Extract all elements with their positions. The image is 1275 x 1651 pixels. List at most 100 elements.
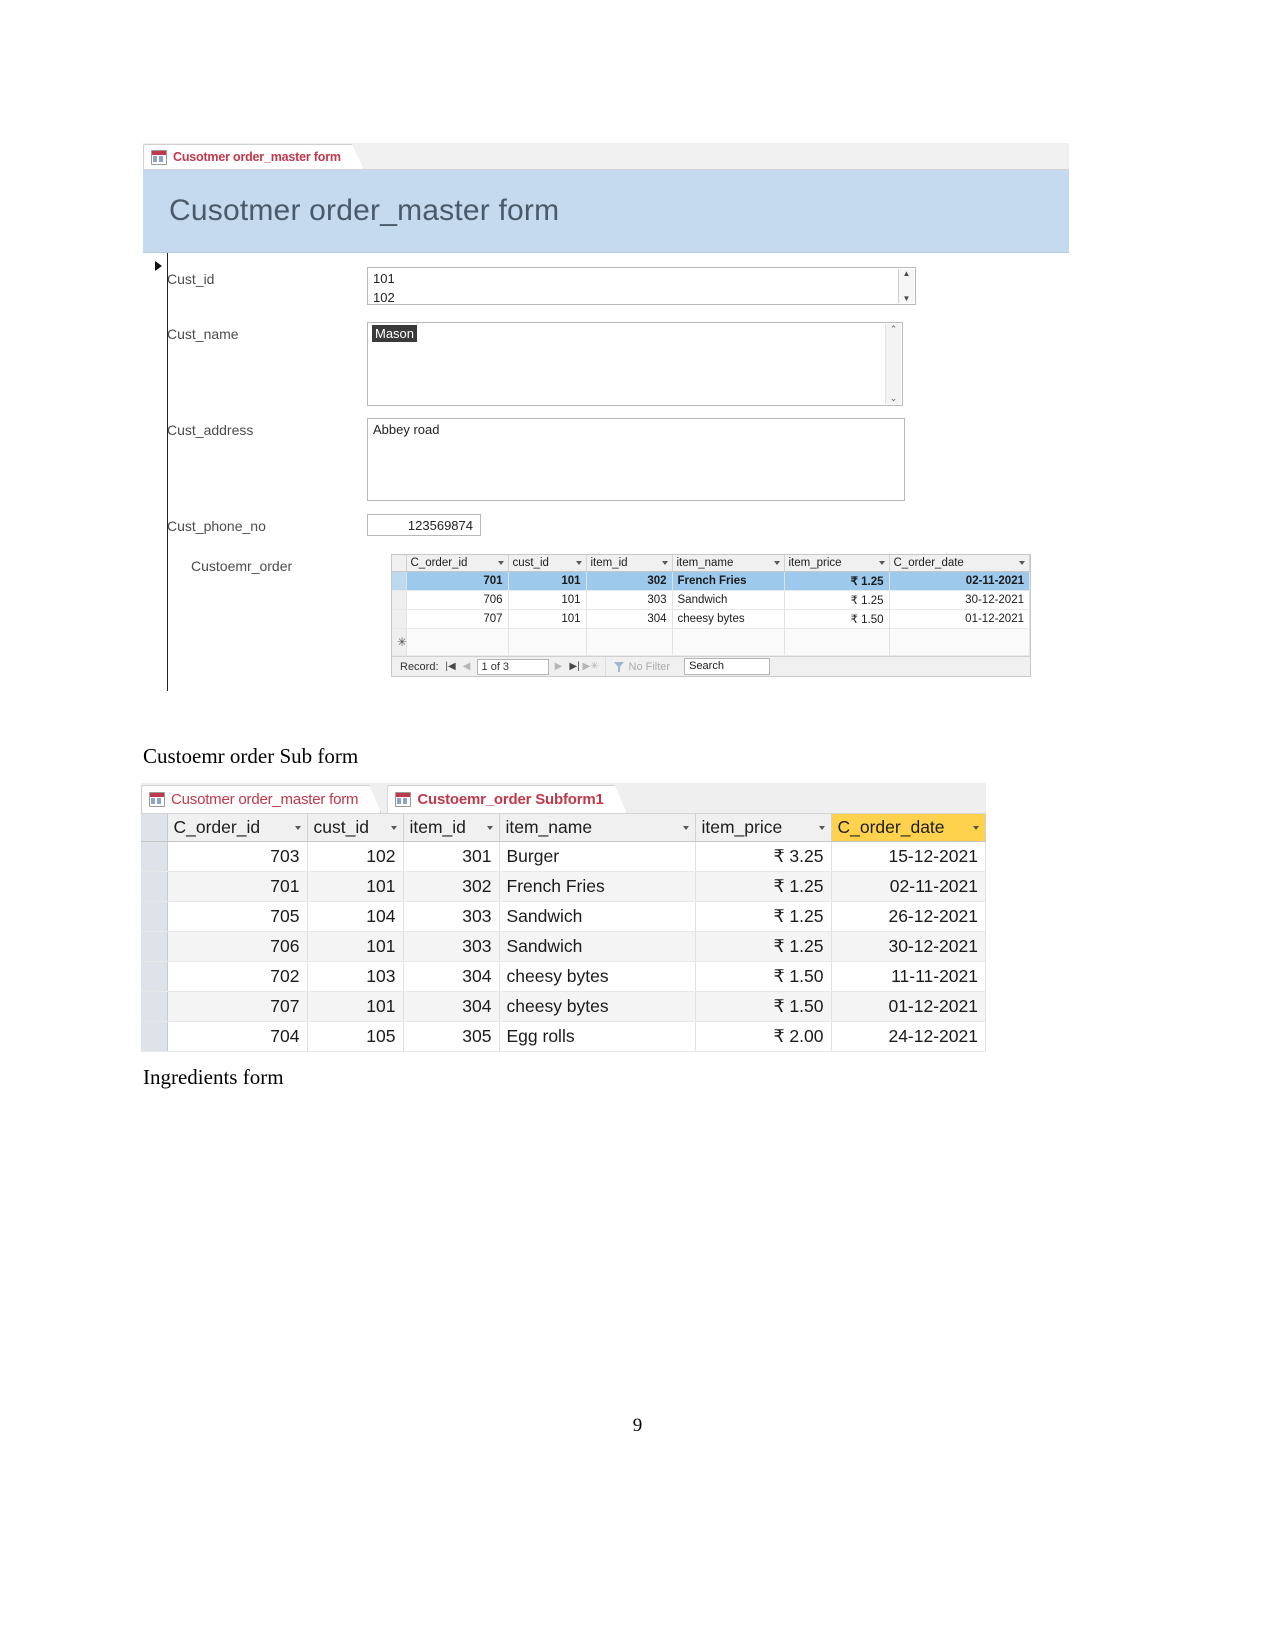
new-cell[interactable]	[406, 628, 509, 656]
cell-item-price[interactable]: ₹ 2.00	[695, 1021, 832, 1052]
cell-item-price[interactable]: ₹ 1.50	[784, 609, 890, 629]
cell-cust-id[interactable]: 101	[508, 590, 587, 610]
cell-item-id[interactable]: 302	[403, 871, 500, 902]
cell-c-order-id[interactable]: 706	[406, 590, 509, 610]
cell-item-price[interactable]: ₹ 1.25	[695, 871, 832, 902]
row-gutter[interactable]	[141, 931, 168, 962]
cell-cust-id[interactable]: 103	[307, 961, 404, 992]
cell-c-order-id[interactable]: 705	[167, 901, 308, 932]
nav-last-record-button[interactable]: ▶|	[567, 661, 583, 672]
cell-item-id[interactable]: 302	[586, 571, 673, 591]
cell-item-id[interactable]: 301	[403, 841, 500, 872]
row-gutter[interactable]	[141, 901, 168, 932]
table-row[interactable]: 707 101 304 cheesy bytes ₹ 1.50 01-12-20…	[392, 609, 1030, 629]
cell-c-order-date[interactable]: 30-12-2021	[831, 931, 986, 962]
header-item-id[interactable]: item_id	[403, 814, 500, 842]
new-cell[interactable]	[889, 628, 1030, 656]
cell-item-name[interactable]: Sandwich	[499, 901, 696, 932]
cell-cust-id[interactable]: 101	[307, 871, 404, 902]
row-gutter[interactable]	[392, 571, 407, 591]
row-gutter[interactable]	[141, 871, 168, 902]
record-selector[interactable]	[153, 253, 168, 691]
cell-item-name[interactable]: French Fries	[499, 871, 696, 902]
cell-cust-id[interactable]: 101	[307, 931, 404, 962]
table-row[interactable]: 707 101 304 cheesy bytes ₹ 1.50 01-12-20…	[141, 991, 986, 1022]
cell-item-id[interactable]: 303	[586, 590, 673, 610]
cell-item-price[interactable]: ₹ 1.25	[695, 931, 832, 962]
row-gutter[interactable]	[392, 590, 407, 610]
cell-item-price[interactable]: ₹ 3.25	[695, 841, 832, 872]
input-cust-id[interactable]: 101 102 ▲ ▼	[367, 267, 916, 305]
cell-item-price[interactable]: ₹ 1.25	[784, 571, 890, 591]
cell-c-order-date[interactable]: 26-12-2021	[831, 901, 986, 932]
nav-new-record-button[interactable]: ▶✳	[583, 661, 599, 672]
cell-c-order-date[interactable]: 15-12-2021	[831, 841, 986, 872]
cell-c-order-date[interactable]: 01-12-2021	[889, 609, 1030, 629]
cell-item-id[interactable]: 304	[403, 991, 500, 1022]
header-c-order-date[interactable]: C_order_date	[831, 814, 986, 842]
cell-cust-id[interactable]: 102	[307, 841, 404, 872]
table-row[interactable]: 703 102 301 Burger ₹ 3.25 15-12-2021	[141, 841, 986, 872]
table-row[interactable]: 706 101 303 Sandwich ₹ 1.25 30-12-2021	[392, 590, 1030, 610]
new-cell[interactable]	[508, 628, 587, 656]
record-position-input[interactable]: 1 of 3	[476, 658, 549, 675]
header-item-price[interactable]: item_price	[784, 555, 890, 572]
cell-c-order-date[interactable]: 30-12-2021	[889, 590, 1030, 610]
nav-next-record-button[interactable]: ▶	[551, 661, 567, 672]
input-cust-phone-no[interactable]: 123569874	[367, 514, 481, 536]
cell-item-id[interactable]: 303	[403, 931, 500, 962]
cell-item-id[interactable]: 303	[403, 901, 500, 932]
cell-item-name[interactable]: French Fries	[672, 571, 785, 591]
row-gutter[interactable]	[141, 961, 168, 992]
row-gutter[interactable]	[141, 1021, 168, 1052]
input-cust-name[interactable]: Mason ⌃ ⌄	[367, 322, 903, 406]
table-row[interactable]: 704 105 305 Egg rolls ₹ 2.00 24-12-2021	[141, 1021, 986, 1052]
row-gutter[interactable]	[141, 841, 168, 872]
cell-c-order-id[interactable]: 702	[167, 961, 308, 992]
new-cell[interactable]	[586, 628, 673, 656]
header-c-order-date[interactable]: C_order_date	[889, 555, 1030, 572]
cell-c-order-id[interactable]: 706	[167, 931, 308, 962]
cell-item-price[interactable]: ₹ 1.25	[784, 590, 890, 610]
cell-c-order-id[interactable]: 703	[167, 841, 308, 872]
header-c-order-id[interactable]: C_order_id	[167, 814, 308, 842]
cell-item-price[interactable]: ₹ 1.50	[695, 991, 832, 1022]
header-item-id[interactable]: item_id	[586, 555, 673, 572]
table-row[interactable]: 706 101 303 Sandwich ₹ 1.25 30-12-2021	[141, 931, 986, 962]
cell-item-id[interactable]: 304	[586, 609, 673, 629]
header-c-order-id[interactable]: C_order_id	[406, 555, 509, 572]
header-item-price[interactable]: item_price	[695, 814, 832, 842]
table-row[interactable]: 701 101 302 French Fries ₹ 1.25 02-11-20…	[141, 871, 986, 902]
cust-name-scrollbar[interactable]: ⌃ ⌄	[885, 324, 901, 404]
cell-c-order-date[interactable]: 02-11-2021	[889, 571, 1030, 591]
new-cell[interactable]	[672, 628, 785, 656]
input-cust-address[interactable]: Abbey road	[367, 418, 905, 501]
tab-custoemr-order-subform1[interactable]: Custoemr_order Subform1	[387, 785, 626, 813]
nav-previous-record-button[interactable]: ◀	[459, 661, 475, 672]
new-cell[interactable]	[784, 628, 890, 656]
cell-item-name[interactable]: cheesy bytes	[672, 609, 785, 629]
cell-item-price[interactable]: ₹ 1.25	[695, 901, 832, 932]
tab-cusotmer-order-master-form[interactable]: Cusotmer order_master form	[141, 785, 381, 813]
header-item-name[interactable]: item_name	[672, 555, 785, 572]
cell-item-name[interactable]: Burger	[499, 841, 696, 872]
search-input[interactable]: Search	[684, 658, 771, 675]
table-row[interactable]: 702 103 304 cheesy bytes ₹ 1.50 11-11-20…	[141, 961, 986, 992]
cell-cust-id[interactable]: 105	[307, 1021, 404, 1052]
cell-cust-id[interactable]: 104	[307, 901, 404, 932]
cell-item-id[interactable]: 304	[403, 961, 500, 992]
table-row[interactable]: 701 101 302 French Fries ₹ 1.25 02-11-20…	[392, 571, 1030, 591]
cell-cust-id[interactable]: 101	[508, 571, 587, 591]
filter-toggle-button[interactable]: No Filter	[604, 657, 679, 676]
header-item-name[interactable]: item_name	[499, 814, 696, 842]
new-record-row[interactable]: ✳	[392, 628, 1030, 656]
cell-item-name[interactable]: cheesy bytes	[499, 961, 696, 992]
cell-item-name[interactable]: Sandwich	[499, 931, 696, 962]
cell-cust-id[interactable]: 101	[508, 609, 587, 629]
cell-c-order-date[interactable]: 11-11-2021	[831, 961, 986, 992]
cell-item-name[interactable]: Egg rolls	[499, 1021, 696, 1052]
table-row[interactable]: 705 104 303 Sandwich ₹ 1.25 26-12-2021	[141, 901, 986, 932]
cell-c-order-id[interactable]: 704	[167, 1021, 308, 1052]
cell-item-name[interactable]: Sandwich	[672, 590, 785, 610]
cell-c-order-id[interactable]: 701	[167, 871, 308, 902]
